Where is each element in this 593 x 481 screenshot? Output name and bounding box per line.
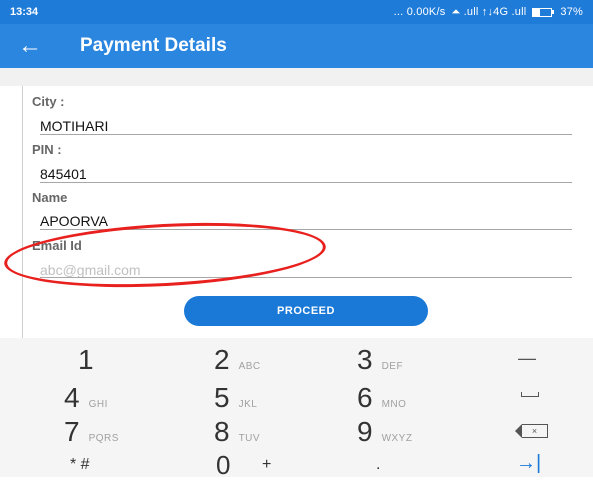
backspace-icon[interactable]: × — [515, 423, 548, 438]
city-field[interactable]: MOTIHARI — [40, 118, 108, 134]
key-0[interactable]: 0 — [216, 450, 230, 481]
key-5[interactable]: 5 JKL — [214, 384, 257, 412]
city-underline — [40, 134, 572, 135]
back-arrow-icon[interactable]: ← — [0, 24, 60, 68]
star-hash-key[interactable]: * # — [70, 456, 90, 474]
name-field[interactable]: APOORVA — [40, 213, 108, 229]
dot-key[interactable]: . — [376, 456, 380, 474]
key-1[interactable]: 1 — [78, 346, 103, 374]
plus-key[interactable]: + — [262, 456, 271, 474]
status-time: 13:34 — [10, 6, 39, 18]
space-icon[interactable] — [521, 392, 539, 397]
app-bar: ← Payment Details — [0, 24, 593, 68]
next-key[interactable]: →| — [516, 452, 541, 475]
key-4[interactable]: 4 GHI — [64, 384, 108, 412]
name-label: Name — [32, 190, 68, 205]
key-8[interactable]: 8 TUV — [214, 418, 260, 446]
key-6[interactable]: 6 MNO — [357, 384, 406, 412]
key-9[interactable]: 9 WXYZ — [357, 418, 412, 446]
status-bar: 13:34 ... 0.00K/s ⏶ .ull ↑↓4G .ull 37% — [0, 0, 593, 24]
pin-field[interactable]: 845401 — [40, 166, 87, 182]
key-7[interactable]: 7 PQRS — [64, 418, 119, 446]
minus-key[interactable]: — — [518, 348, 536, 369]
pin-label: PIN : — [32, 142, 62, 157]
key-3[interactable]: 3 DEF — [357, 346, 403, 374]
signal-icons: ⏶ .ull ↑↓4G .ull — [451, 5, 527, 18]
status-right: ... 0.00K/s ⏶ .ull ↑↓4G .ull 37% — [394, 6, 583, 19]
top-spacer — [0, 68, 593, 86]
proceed-button[interactable]: PROCEED — [184, 296, 428, 326]
pin-underline — [40, 182, 572, 183]
battery-percent: 37% — [560, 6, 583, 18]
network-speed: ... 0.00K/s — [393, 6, 446, 18]
city-label: City : — [32, 94, 65, 109]
page-title: Payment Details — [80, 35, 227, 56]
key-2[interactable]: 2 ABC — [214, 346, 261, 374]
battery-icon — [532, 7, 555, 17]
